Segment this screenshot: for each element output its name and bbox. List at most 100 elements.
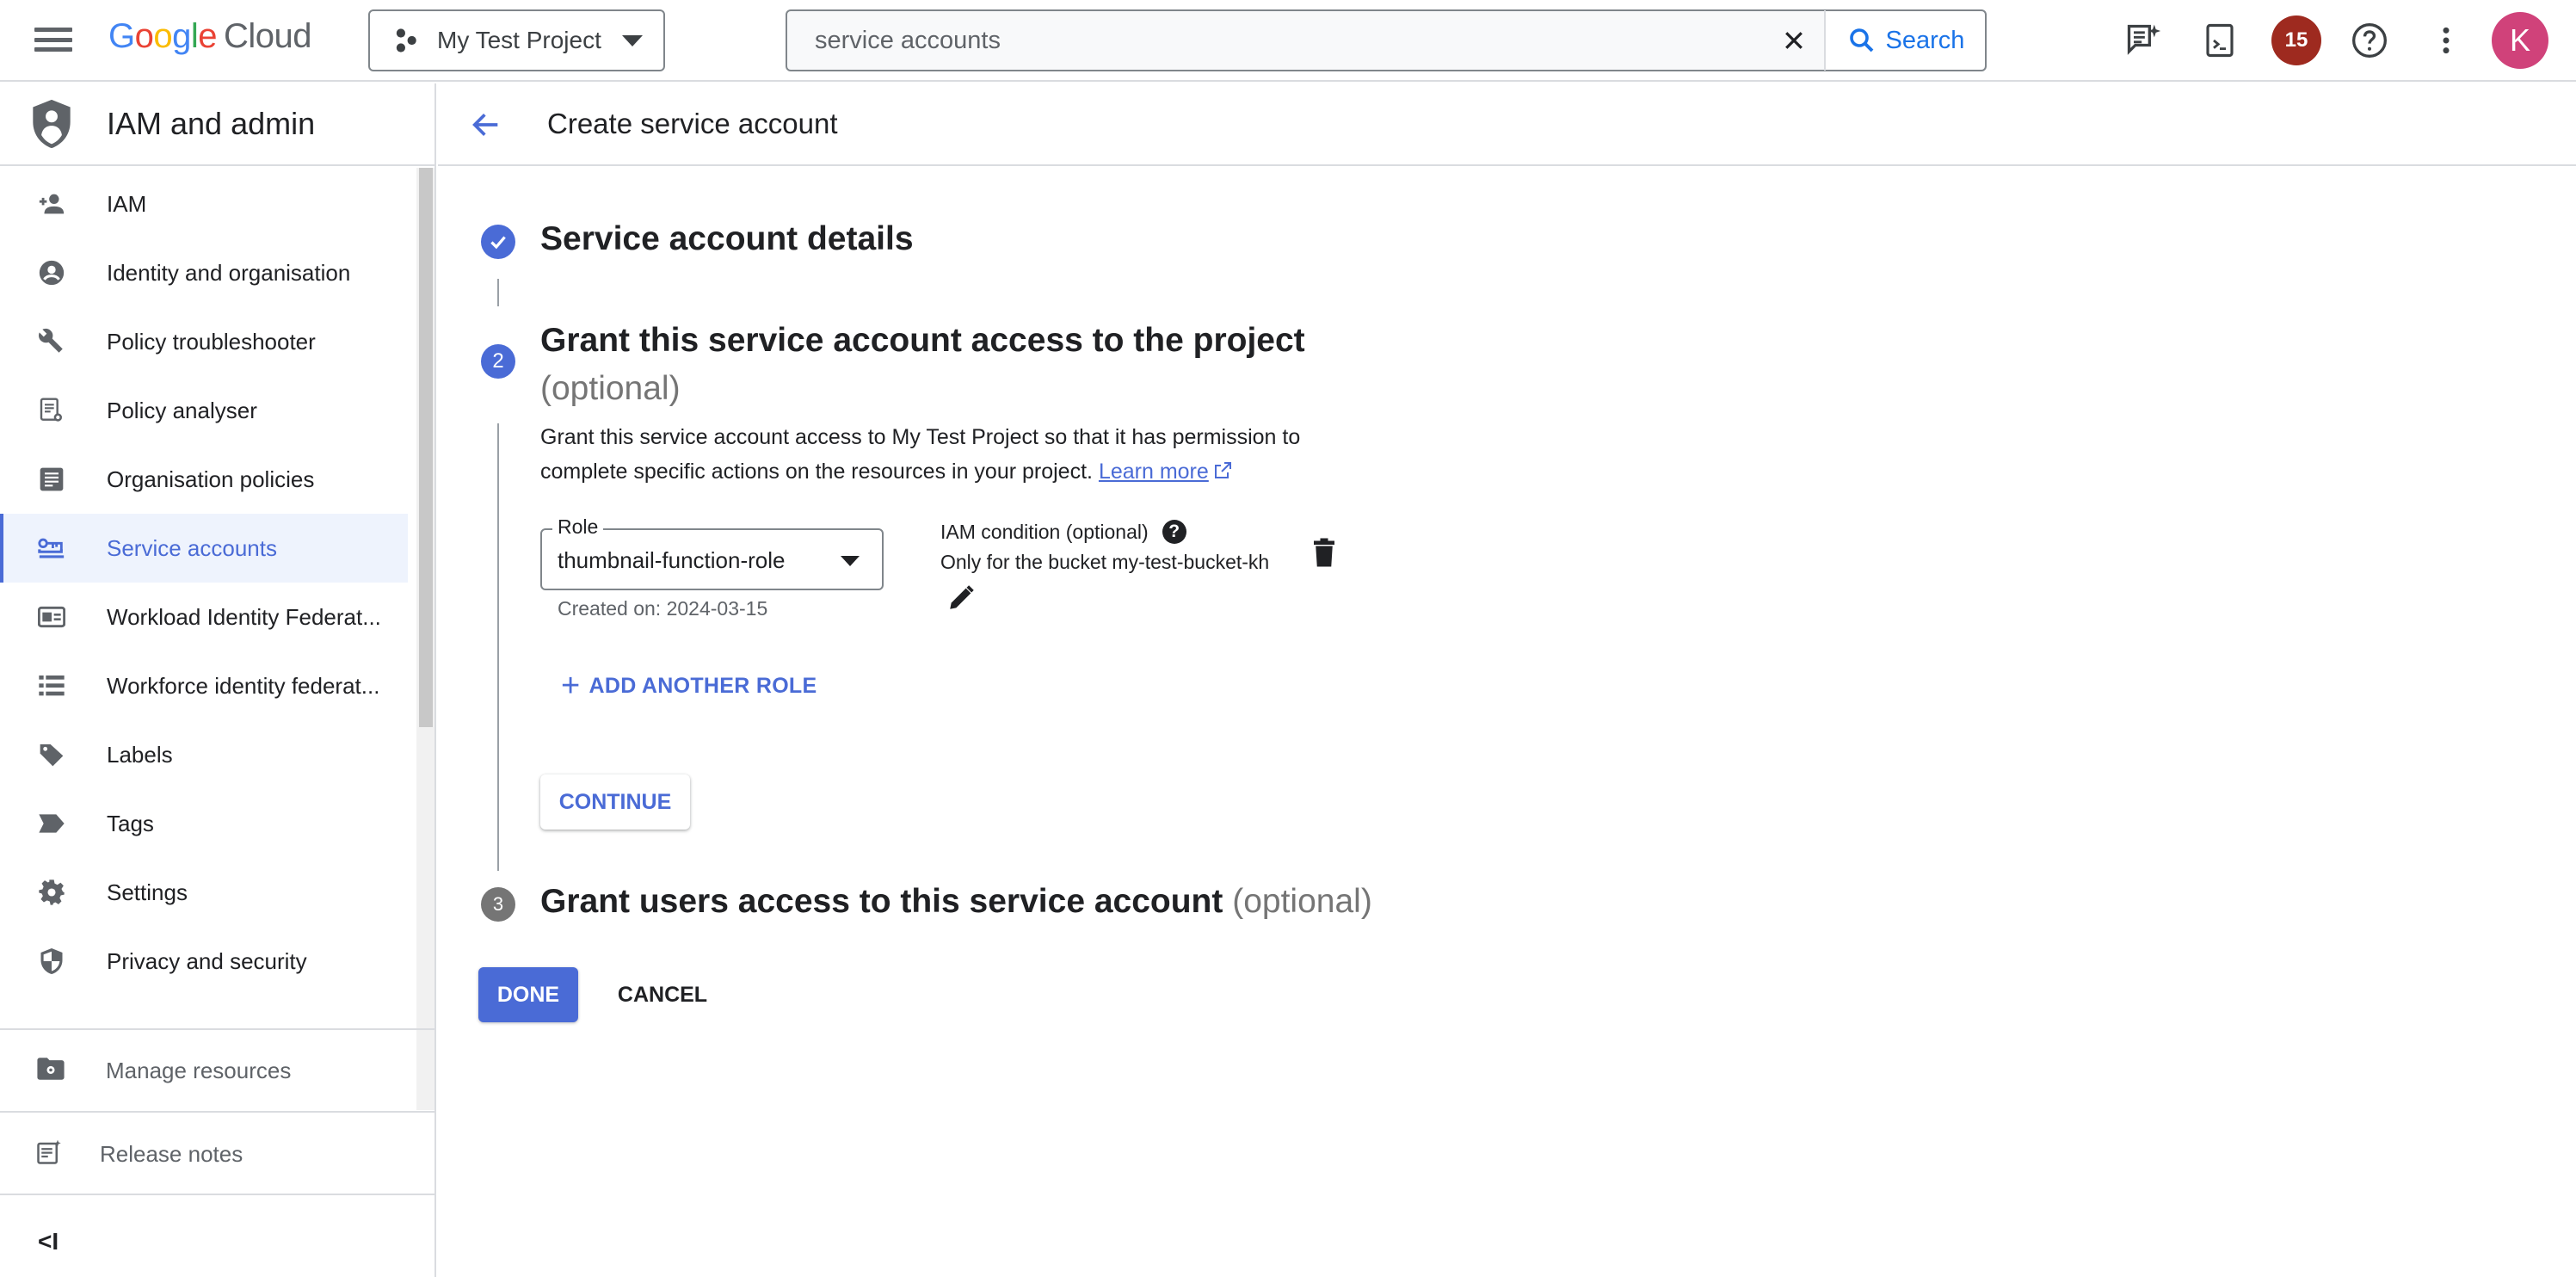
stepper-connector bbox=[497, 279, 499, 306]
project-hexagons-icon bbox=[396, 28, 416, 52]
learn-more-link[interactable]: Learn more bbox=[1099, 460, 1209, 484]
main-menu-button[interactable] bbox=[34, 24, 72, 55]
delete-role-button[interactable] bbox=[1311, 537, 1337, 572]
iam-shield-icon bbox=[33, 99, 71, 149]
sidebar-item-labels[interactable]: Labels bbox=[0, 720, 408, 789]
more-options-button[interactable] bbox=[2425, 19, 2468, 62]
sidebar-item-label: Privacy and security bbox=[107, 947, 307, 974]
sidebar-title: IAM and admin bbox=[107, 106, 316, 141]
sidebar-item-privacy-and-security[interactable]: Privacy and security bbox=[0, 927, 408, 996]
caret-down-icon bbox=[841, 556, 860, 566]
sidebar-item-service-accounts[interactable]: Service accounts bbox=[0, 514, 408, 583]
plus-icon: + bbox=[561, 668, 581, 704]
sidebar-item-policy-analyser[interactable]: Policy analyser bbox=[0, 376, 408, 445]
external-link-icon bbox=[1214, 462, 1231, 478]
policy-search-icon bbox=[36, 395, 67, 426]
step-1-title[interactable]: Service account details bbox=[540, 220, 914, 258]
add-another-role-button[interactable]: + ADD ANOTHER ROLE bbox=[561, 669, 817, 702]
search-button[interactable]: Search bbox=[1826, 11, 1985, 70]
stepper-connector bbox=[497, 423, 499, 871]
manage-resources-label: Manage resources bbox=[106, 1058, 292, 1083]
sidebar-item-tags[interactable]: Tags bbox=[0, 789, 408, 858]
folder-settings-icon bbox=[36, 1056, 65, 1086]
id-card-icon bbox=[36, 601, 67, 632]
service-account-key-icon bbox=[36, 533, 67, 564]
step-2-indicator: 2 bbox=[481, 344, 515, 379]
sidebar-nav: IAM Identity and organisation Policy tro… bbox=[0, 170, 408, 996]
close-icon bbox=[1785, 32, 1803, 49]
step-3-indicator: 3 bbox=[481, 887, 515, 922]
chat-sparkle-icon bbox=[2127, 24, 2161, 55]
sidebar-item-label: Policy analyser bbox=[107, 397, 257, 423]
cancel-button[interactable]: CANCEL bbox=[602, 967, 723, 1022]
step-2-title: Grant this service account access to the… bbox=[540, 322, 1305, 407]
sidebar-item-label: Organisation policies bbox=[107, 466, 315, 492]
clear-search-button[interactable] bbox=[1764, 11, 1824, 70]
cloud-shell-button[interactable] bbox=[2198, 19, 2241, 62]
page-header: Create service account bbox=[438, 83, 2576, 166]
sidebar-item-workforce-identity-federation[interactable]: Workforce identity federat... bbox=[0, 651, 408, 720]
sidebar-item-label: Settings bbox=[107, 879, 188, 905]
back-button[interactable] bbox=[467, 106, 505, 144]
role-created-date: Created on: 2024-03-15 bbox=[558, 597, 768, 620]
wrench-icon bbox=[36, 326, 67, 357]
list-icon bbox=[36, 670, 67, 701]
sidebar-item-iam[interactable]: IAM bbox=[0, 170, 408, 238]
search-bar: Search bbox=[786, 9, 1987, 71]
project-picker[interactable]: My Test Project bbox=[368, 9, 665, 71]
tag-arrow-icon bbox=[36, 808, 67, 839]
sidebar-item-organisation-policies[interactable]: Organisation policies bbox=[0, 445, 408, 514]
help-button[interactable] bbox=[2348, 19, 2391, 62]
search-input[interactable] bbox=[787, 11, 1764, 70]
sidebar: IAM and admin IAM Identity and organisat… bbox=[0, 83, 436, 1277]
google-cloud-logo[interactable]: Google Cloud bbox=[108, 17, 312, 56]
done-button[interactable]: DONE bbox=[478, 967, 578, 1022]
sidebar-divider bbox=[0, 1111, 434, 1113]
menu-line bbox=[34, 28, 72, 32]
sidebar-item-policy-troubleshooter[interactable]: Policy troubleshooter bbox=[0, 307, 408, 376]
help-icon[interactable]: ? bbox=[1162, 520, 1186, 544]
sidebar-item-label: Service accounts bbox=[107, 534, 277, 561]
account-circle-icon bbox=[36, 257, 67, 288]
step-2-description: Grant this service account access to My … bbox=[540, 425, 1301, 484]
sidebar-item-identity-and-organisation[interactable]: Identity and organisation bbox=[0, 238, 408, 307]
iam-condition-label: IAM condition (optional) bbox=[940, 520, 1149, 543]
iam-condition-header: IAM condition (optional) ? bbox=[940, 520, 1186, 544]
step-3-title[interactable]: Grant users access to this service accou… bbox=[540, 883, 1372, 921]
continue-button[interactable]: CONTINUE bbox=[540, 774, 690, 830]
gemini-chat-button[interactable] bbox=[2122, 19, 2165, 62]
check-icon bbox=[490, 236, 506, 250]
document-list-icon bbox=[36, 464, 67, 495]
sidebar-divider bbox=[0, 1028, 434, 1030]
step-1-complete-indicator bbox=[481, 225, 515, 259]
sidebar-scrollbar-thumb[interactable] bbox=[419, 168, 433, 727]
label-tag-icon bbox=[36, 739, 67, 770]
sidebar-item-workload-identity-federation[interactable]: Workload Identity Federat... bbox=[0, 583, 408, 651]
manage-resources-link[interactable]: Manage resources bbox=[0, 1037, 434, 1106]
help-icon bbox=[2352, 23, 2387, 58]
top-bar: GoogleCloud My Test Project Search 15 K bbox=[0, 0, 2576, 82]
release-notes-label: Release notes bbox=[100, 1141, 243, 1167]
caret-down-icon bbox=[621, 34, 643, 46]
notifications-badge[interactable]: 15 bbox=[2271, 15, 2321, 65]
role-select[interactable]: Role thumbnail-function-role bbox=[540, 515, 884, 590]
role-field-label: Role bbox=[552, 515, 604, 539]
sidebar-item-settings[interactable]: Settings bbox=[0, 858, 408, 927]
menu-line bbox=[34, 47, 72, 52]
page-title: Create service account bbox=[547, 108, 838, 139]
sidebar-item-label: IAM bbox=[107, 190, 147, 217]
person-add-icon bbox=[36, 188, 67, 219]
shield-icon bbox=[36, 946, 67, 977]
sidebar-header: IAM and admin bbox=[0, 83, 434, 166]
sidebar-item-label: Tags bbox=[107, 810, 154, 836]
trash-icon bbox=[1314, 538, 1334, 567]
sidebar-item-label: Workforce identity federat... bbox=[107, 672, 380, 699]
release-notes-link[interactable]: Release notes bbox=[0, 1120, 434, 1189]
project-name: My Test Project bbox=[437, 27, 601, 53]
terminal-icon bbox=[2206, 23, 2234, 58]
search-button-label: Search bbox=[1885, 26, 1965, 54]
account-avatar[interactable]: K bbox=[2492, 12, 2548, 69]
edit-condition-button[interactable] bbox=[946, 583, 976, 617]
collapse-sidebar-button[interactable]: <I bbox=[38, 1228, 59, 1255]
more-vert-icon bbox=[2443, 27, 2450, 54]
